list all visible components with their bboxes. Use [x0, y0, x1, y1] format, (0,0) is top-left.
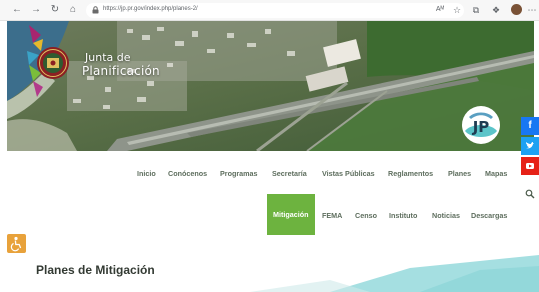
decorative-shapes: [250, 255, 539, 292]
page-title: Planes de Mitigación: [36, 263, 155, 277]
web-page: ← → ↻ ⌂ https://jp.pr.gov/index.php/plan…: [0, 0, 539, 292]
